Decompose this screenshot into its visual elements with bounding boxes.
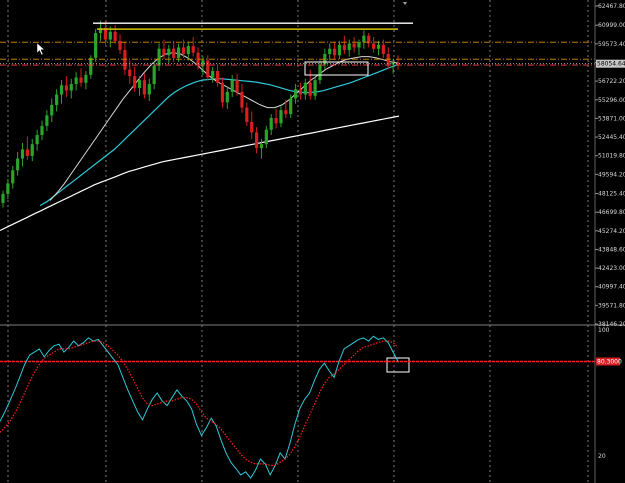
- price-tick-label: 43848.60: [598, 246, 625, 253]
- candle-body: [133, 76, 137, 88]
- candle-body: [376, 44, 381, 49]
- current-price-label: 58054.64: [597, 61, 625, 68]
- candle-body: [269, 118, 273, 130]
- candle-body: [55, 94, 59, 105]
- oscillator-tick-label: 20: [598, 453, 606, 460]
- candle-body: [254, 132, 259, 149]
- candle-body: [128, 69, 132, 77]
- candle-body: [162, 48, 166, 56]
- candle-body: [79, 77, 83, 83]
- candle-body: [1, 193, 5, 204]
- candle-body: [35, 135, 39, 145]
- price-tick-label: 45274.20: [598, 228, 625, 235]
- candle-body: [142, 80, 147, 95]
- candle-body: [108, 31, 112, 40]
- candle-body: [328, 48, 332, 54]
- price-tick-label: 40997.40: [598, 284, 625, 291]
- candle-body: [94, 33, 98, 58]
- candle-body: [186, 46, 190, 54]
- candle-body: [381, 44, 385, 54]
- oscillator-panel[interactable]: [0, 326, 595, 483]
- chart-canvas[interactable]: 80.300010020 62467.8060999.0059573.40581…: [0, 0, 625, 483]
- candle-body: [250, 121, 254, 133]
- price-tick-label: 48125.40: [598, 191, 625, 198]
- candle-body: [240, 91, 244, 108]
- oscillator-level-label: 80.3000: [597, 359, 622, 366]
- price-tick-label: 51019.80: [598, 153, 625, 160]
- candle-body: [64, 85, 68, 91]
- price-tick-label: 39571.80: [598, 302, 625, 309]
- candle-body: [40, 125, 44, 136]
- price-tick-label: 60999.00: [598, 22, 625, 29]
- price-tick-label: 56722.20: [598, 78, 625, 85]
- candle-body: [167, 48, 171, 56]
- candle-body: [357, 42, 361, 48]
- price-tick-label: 59573.40: [598, 41, 625, 48]
- candle-body: [264, 129, 268, 145]
- candle-body: [11, 170, 15, 184]
- candle-body: [279, 110, 283, 124]
- candle-body: [147, 84, 151, 95]
- candle-body: [157, 48, 161, 66]
- candle-body: [45, 115, 49, 126]
- candle-body: [176, 47, 181, 58]
- candle-body: [113, 31, 117, 41]
- candle-body: [362, 35, 366, 43]
- candle-body: [298, 89, 303, 95]
- candle-body: [50, 104, 54, 116]
- candle-body: [372, 43, 376, 49]
- candle-body: [225, 91, 229, 103]
- price-tick-label: 38146.20: [598, 321, 625, 328]
- candle-body: [74, 77, 78, 85]
- candle-body: [137, 80, 142, 88]
- candle-body: [342, 44, 346, 51]
- candle-body: [30, 144, 34, 156]
- candle-body: [172, 48, 176, 58]
- candle-body: [25, 149, 29, 156]
- price-tick-label: 55296.00: [598, 97, 625, 104]
- candle-body: [318, 64, 322, 81]
- candle-body: [59, 85, 64, 95]
- chart-window[interactable]: 80.300010020 62467.8060999.0059573.40581…: [0, 0, 625, 483]
- candle-body: [181, 47, 186, 54]
- price-tick-label: 62467.80: [598, 3, 625, 10]
- candle-body: [352, 43, 356, 48]
- candle-body: [347, 43, 351, 51]
- candle-body: [230, 80, 234, 92]
- candle-body: [284, 110, 288, 115]
- candle-body: [337, 44, 342, 56]
- candle-body: [89, 57, 93, 75]
- candle-body: [259, 144, 264, 149]
- candle-body: [16, 158, 20, 171]
- candle-body: [308, 82, 312, 96]
- price-tick-label: 49594.20: [598, 171, 625, 178]
- candle-body: [293, 89, 298, 99]
- candle-body: [123, 50, 127, 70]
- candle-body: [313, 80, 317, 96]
- candle-body: [333, 48, 337, 56]
- price-tick-label: 53871.00: [598, 115, 625, 122]
- candle-body: [152, 65, 156, 85]
- candle-body: [211, 70, 215, 78]
- candle-body: [235, 80, 239, 92]
- price-tick-label: 42423.00: [598, 265, 625, 272]
- candle-body: [206, 60, 210, 78]
- candle-body: [245, 107, 249, 122]
- candle-body: [20, 149, 25, 159]
- candle-body: [84, 74, 88, 83]
- candle-body: [69, 84, 73, 91]
- price-tick-label: 52445.40: [598, 134, 625, 141]
- candle-body: [6, 183, 10, 194]
- candle-body: [274, 118, 278, 124]
- candle-body: [220, 82, 225, 103]
- price-tick-label: 46699.80: [598, 209, 625, 216]
- candle-body: [191, 46, 195, 53]
- candle-body: [289, 98, 293, 115]
- candle-body: [303, 82, 307, 95]
- oscillator-tick-label: 100: [598, 327, 610, 334]
- candle-body: [215, 70, 220, 83]
- price-panel[interactable]: [0, 0, 595, 323]
